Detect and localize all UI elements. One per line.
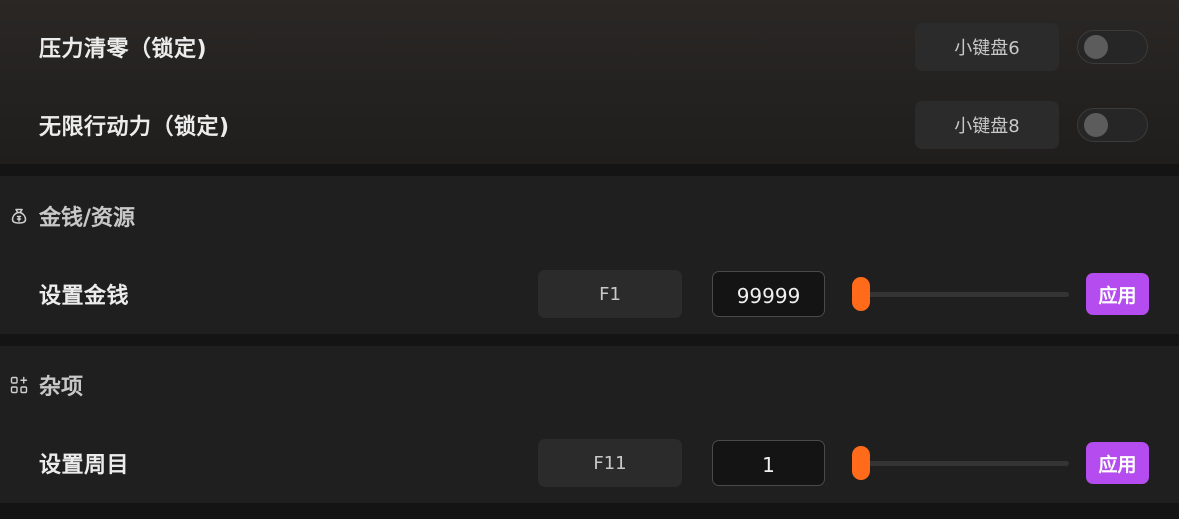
- apply-button[interactable]: 应用: [1086, 273, 1149, 315]
- toggle-switch[interactable]: [1077, 108, 1148, 142]
- misc-section: 杂项 设置周目 F11 应用: [0, 346, 1179, 503]
- setting-label: 设置金钱: [39, 284, 130, 309]
- section-title: 金钱/资源: [39, 206, 136, 231]
- money-bag-icon: [10, 207, 28, 225]
- cycle-value-input[interactable]: [712, 440, 825, 486]
- cheat-row-infinite-action: 无限行动力（锁定) 小键盘8: [0, 101, 1179, 149]
- money-value-input[interactable]: [712, 271, 825, 317]
- toggle-knob: [1084, 113, 1108, 137]
- cheat-label: 无限行动力（锁定): [39, 115, 230, 140]
- hotkey-button[interactable]: 小键盘8: [915, 101, 1059, 149]
- slider-track: [852, 292, 1069, 297]
- hotkey-button[interactable]: 小键盘6: [915, 23, 1059, 71]
- money-section: 金钱/资源 设置金钱 F1 应用: [0, 176, 1179, 334]
- hotkey-button[interactable]: F11: [538, 439, 682, 487]
- slider-track: [852, 461, 1069, 466]
- cheat-row-pressure-reset: 压力清零（锁定) 小键盘6: [0, 23, 1179, 71]
- section-title: 杂项: [39, 375, 84, 400]
- lock-cheats-panel: 压力清零（锁定) 小键盘6 无限行动力（锁定) 小键盘8: [0, 0, 1179, 164]
- apps-grid-icon: [10, 376, 28, 394]
- section-header: 杂项: [0, 361, 1179, 409]
- set-cycle-row: 设置周目 F11 应用: [0, 439, 1179, 487]
- slider-thumb[interactable]: [852, 277, 870, 311]
- toggle-switch[interactable]: [1077, 30, 1148, 64]
- set-money-row: 设置金钱 F1 应用: [0, 270, 1179, 318]
- apply-button[interactable]: 应用: [1086, 442, 1149, 484]
- toggle-knob: [1084, 35, 1108, 59]
- setting-label: 设置周目: [39, 453, 130, 478]
- section-header: 金钱/资源: [0, 192, 1179, 240]
- cheat-label: 压力清零（锁定): [39, 37, 208, 62]
- cycle-slider[interactable]: [852, 446, 1069, 480]
- money-slider[interactable]: [852, 277, 1069, 311]
- hotkey-button[interactable]: F1: [538, 270, 682, 318]
- slider-thumb[interactable]: [852, 446, 870, 480]
